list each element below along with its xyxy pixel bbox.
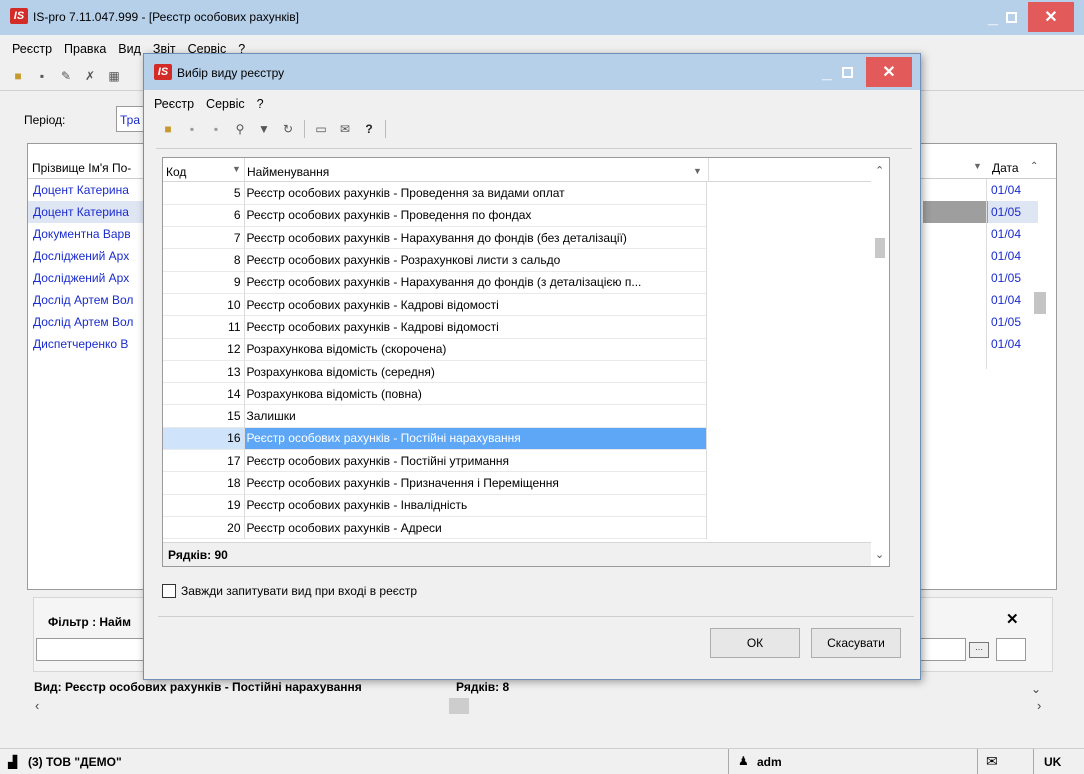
grid-scroll-down-icon[interactable]: ⌄ bbox=[875, 548, 884, 561]
horizontal-scrollbar[interactable]: ‹ › bbox=[27, 696, 1057, 716]
column-header-name[interactable]: Прізвище Ім'я По- bbox=[32, 161, 131, 175]
column-header-code[interactable]: Код bbox=[166, 165, 186, 179]
menu-view[interactable]: Вид bbox=[112, 42, 147, 56]
table-row[interactable]: 11 Реєстр особових рахунків - Кадрові від… bbox=[163, 315, 707, 339]
copy-icon[interactable]: ▪ bbox=[34, 68, 50, 84]
user-icon: ♟ bbox=[738, 754, 749, 768]
menu-registry[interactable]: Реєстр bbox=[6, 42, 58, 56]
dialog-search-icon[interactable]: ⚲ bbox=[232, 121, 248, 137]
dialog-refresh-icon[interactable]: ↻ bbox=[280, 121, 296, 137]
table-row[interactable]: 18 Реєстр особових рахунків - Призначення… bbox=[163, 471, 707, 495]
table-row[interactable]: 12 Розрахункова відомість (скорочена) bbox=[163, 338, 707, 361]
status-bar: ▟ (3) ТОВ "ДЕМО" ♟ adm ✉ UK bbox=[0, 748, 1084, 774]
select-registry-view-dialog: IS Вибір виду реєстру _ ✕ Реєстр Сервіс … bbox=[143, 53, 921, 680]
company-name: (3) ТОВ "ДЕМО" bbox=[28, 755, 122, 769]
menu-edit[interactable]: Правка bbox=[58, 42, 112, 56]
close-icon[interactable]: ✕ bbox=[1028, 2, 1074, 32]
table-row[interactable]: 14 Розрахункова відомість (повна) bbox=[163, 382, 707, 405]
mail-icon[interactable]: ✉ bbox=[986, 753, 998, 770]
table-row[interactable]: 10 Реєстр особових рахунків - Кадрові від… bbox=[163, 293, 707, 316]
dialog-toolbar: ■ ▪ ▪ ⚲ ▼ ↻ ▭ ✉ ? bbox=[160, 120, 386, 138]
dialog-title: Вибір виду реєстру bbox=[177, 66, 285, 80]
edit-icon[interactable]: ✎ bbox=[58, 68, 74, 84]
dialog-title-bar: IS Вибір виду реєстру _ ✕ bbox=[144, 54, 920, 90]
horizontal-scrollbar-thumb[interactable] bbox=[449, 698, 469, 714]
app-logo-icon: IS bbox=[10, 8, 28, 24]
dialog-paste-icon[interactable]: ▪ bbox=[208, 121, 224, 137]
dialog-help-icon[interactable]: ? bbox=[361, 121, 377, 137]
row-count: Рядків: 90 bbox=[168, 548, 228, 562]
company-icon: ▟ bbox=[8, 755, 18, 769]
column-header-date[interactable]: Дата bbox=[992, 161, 1019, 175]
grid-vertical-scrollbar[interactable]: ⌃ ⌄ bbox=[871, 158, 889, 566]
table-row[interactable]: 7 Реєстр особових рахунків - Нарахування … bbox=[163, 226, 707, 249]
main-row-count: Рядків: 8 bbox=[456, 680, 510, 694]
filter-label: Фільтр : Найм bbox=[48, 615, 131, 629]
filter-picker-icon[interactable]: ··· bbox=[969, 642, 989, 658]
dialog-open-folder-icon[interactable]: ■ bbox=[160, 121, 176, 137]
grid-footer: Рядків: 90 bbox=[163, 542, 871, 566]
main-toolbar: ■ ▪ ✎ ✗ ▦ bbox=[10, 68, 122, 84]
grid-scrollbar-thumb[interactable] bbox=[875, 238, 885, 258]
dialog-close-icon[interactable]: ✕ bbox=[866, 57, 912, 87]
filter-extra-field[interactable] bbox=[996, 638, 1026, 661]
table-row[interactable]: 9 Реєстр особових рахунків - Нарахування … bbox=[163, 271, 707, 294]
name-sort-icon[interactable]: ▼ bbox=[693, 166, 702, 176]
table-row[interactable]: 19 Реєстр особових рахунків - Інвалідніст… bbox=[163, 494, 707, 517]
scroll-right-icon[interactable]: › bbox=[1037, 698, 1041, 713]
dialog-menu-help[interactable]: ? bbox=[251, 97, 270, 111]
dialog-menu-bar: Реєстр Сервіс ? bbox=[154, 94, 270, 114]
table-row[interactable]: 15 Залишки bbox=[163, 404, 707, 428]
main-window-title: IS-pro 7.11.047.999 - [Реєстр особових р… bbox=[33, 10, 300, 24]
table-row[interactable]: 5 Реєстр особових рахунків - Проведення з… bbox=[163, 182, 707, 205]
scroll-down-icon[interactable]: ⌄ bbox=[1031, 682, 1041, 696]
code-sort-icon[interactable]: ▼ bbox=[232, 164, 241, 174]
delete-icon[interactable]: ✗ bbox=[82, 68, 98, 84]
dialog-logo-icon: IS bbox=[154, 64, 172, 80]
period-field[interactable]: Тра bbox=[116, 106, 146, 132]
table-row[interactable]: 8 Реєстр особових рахунків - Розрахункові… bbox=[163, 248, 707, 272]
table-row[interactable]: 20 Реєстр особових рахунків - Адреси bbox=[163, 516, 707, 539]
filter-close-icon[interactable]: ✕ bbox=[1006, 610, 1019, 628]
grid-rows: 5 Реєстр особових рахунків - Проведення з… bbox=[163, 182, 707, 539]
dialog-menu-service[interactable]: Сервіс bbox=[200, 97, 251, 111]
table-row[interactable]: 17 Реєстр особових рахунків - Постійні ут… bbox=[163, 449, 707, 472]
always-ask-label[interactable]: Завжди запитувати вид при вході в реєстр bbox=[181, 584, 417, 598]
current-view-label: Вид: Реєстр особових рахунків - Постійні… bbox=[34, 680, 362, 694]
open-folder-icon[interactable]: ■ bbox=[10, 68, 26, 84]
ok-button[interactable]: ОК bbox=[710, 628, 800, 658]
scroll-left-icon[interactable]: ‹ bbox=[35, 698, 39, 713]
dialog-filter-icon[interactable]: ▼ bbox=[256, 121, 272, 137]
dialog-page-icon[interactable]: ▭ bbox=[313, 121, 329, 137]
dialog-maximize-icon[interactable] bbox=[824, 57, 870, 87]
registry-view-grid: Код ▼ Найменування ▼ 5 Реєстр особових ра… bbox=[162, 157, 890, 567]
dialog-mail-icon[interactable]: ✉ bbox=[337, 121, 353, 137]
table-row-selected[interactable]: 16 Реєстр особових рахунків - Постійні на… bbox=[163, 427, 707, 450]
scroll-up-icon[interactable]: ⌃ bbox=[1030, 161, 1038, 172]
cancel-button[interactable]: Скасувати bbox=[811, 628, 901, 658]
dialog-copy-icon[interactable]: ▪ bbox=[184, 121, 200, 137]
language-indicator[interactable]: UK bbox=[1044, 755, 1061, 769]
table-row[interactable]: 13 Розрахункова відомість (середня) bbox=[163, 360, 707, 383]
calculator-icon[interactable]: ▦ bbox=[106, 68, 122, 84]
grid-scroll-up-icon[interactable]: ⌃ bbox=[875, 164, 884, 177]
table-row[interactable]: 6 Реєстр особових рахунків - Проведення п… bbox=[163, 204, 707, 227]
always-ask-checkbox[interactable] bbox=[162, 584, 176, 598]
period-label: Період: bbox=[24, 113, 66, 127]
grid-header: Код ▼ Найменування ▼ bbox=[163, 158, 889, 182]
column-header-name[interactable]: Найменування bbox=[247, 165, 329, 179]
user-name: adm bbox=[757, 755, 782, 769]
vertical-scrollbar-thumb[interactable] bbox=[1034, 292, 1046, 314]
column-sort-icon[interactable]: ▼ bbox=[973, 161, 982, 171]
dialog-menu-registry[interactable]: Реєстр bbox=[154, 97, 200, 111]
main-title-bar: IS IS-pro 7.11.047.999 - [Реєстр особови… bbox=[0, 0, 1084, 35]
